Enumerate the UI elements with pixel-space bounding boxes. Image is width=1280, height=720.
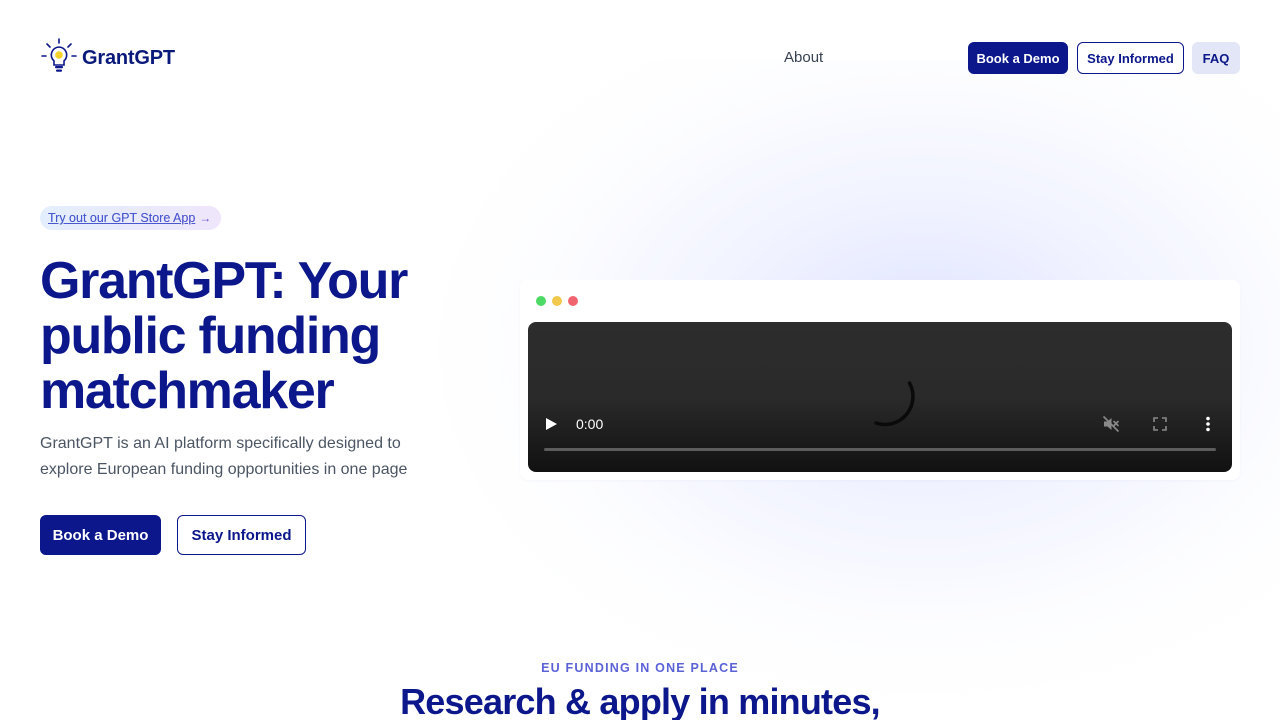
- muted-volume-icon[interactable]: [1102, 415, 1120, 433]
- hero-stay-informed-button[interactable]: Stay Informed: [177, 515, 306, 555]
- browser-mockup: 0:00: [520, 280, 1240, 480]
- header-stay-informed-button[interactable]: Stay Informed: [1077, 42, 1184, 74]
- video-current-time: 0:00: [576, 416, 604, 432]
- header-book-demo-button[interactable]: Book a Demo: [968, 42, 1068, 74]
- more-vertical-icon[interactable]: [1199, 415, 1217, 433]
- hero-title: GrantGPT: Your public funding matchmaker: [40, 252, 408, 420]
- nav-link-about[interactable]: About: [784, 49, 823, 66]
- demo-video-player[interactable]: 0:00: [528, 322, 1232, 472]
- header-faq-button[interactable]: FAQ: [1192, 42, 1240, 74]
- gpt-store-app-pill[interactable]: Try out our GPT Store App →: [40, 206, 221, 230]
- gpt-store-app-link[interactable]: Try out our GPT Store App: [48, 211, 195, 225]
- video-progress-bar[interactable]: [544, 448, 1216, 451]
- section-title: Research & apply in minutes,: [400, 681, 881, 720]
- arrow-right-icon: →: [199, 211, 212, 225]
- lightbulb-icon: [40, 37, 78, 80]
- window-dot-green: [536, 296, 546, 306]
- section-eyebrow: EU FUNDING IN ONE PLACE: [541, 661, 739, 675]
- hero-book-demo-button[interactable]: Book a Demo: [40, 515, 161, 555]
- site-header: GrantGPT About Book a Demo Stay Informed…: [0, 0, 1280, 116]
- play-icon[interactable]: [544, 417, 558, 431]
- loading-spinner-icon: [852, 364, 916, 428]
- brand-logo[interactable]: GrantGPT: [40, 37, 175, 76]
- window-dot-yellow: [552, 296, 562, 306]
- fullscreen-icon[interactable]: [1151, 415, 1169, 433]
- window-dot-red: [568, 296, 578, 306]
- hero-subtitle: GrantGPT is an AI platform specifically …: [40, 435, 408, 478]
- brand-name: GrantGPT: [82, 46, 175, 69]
